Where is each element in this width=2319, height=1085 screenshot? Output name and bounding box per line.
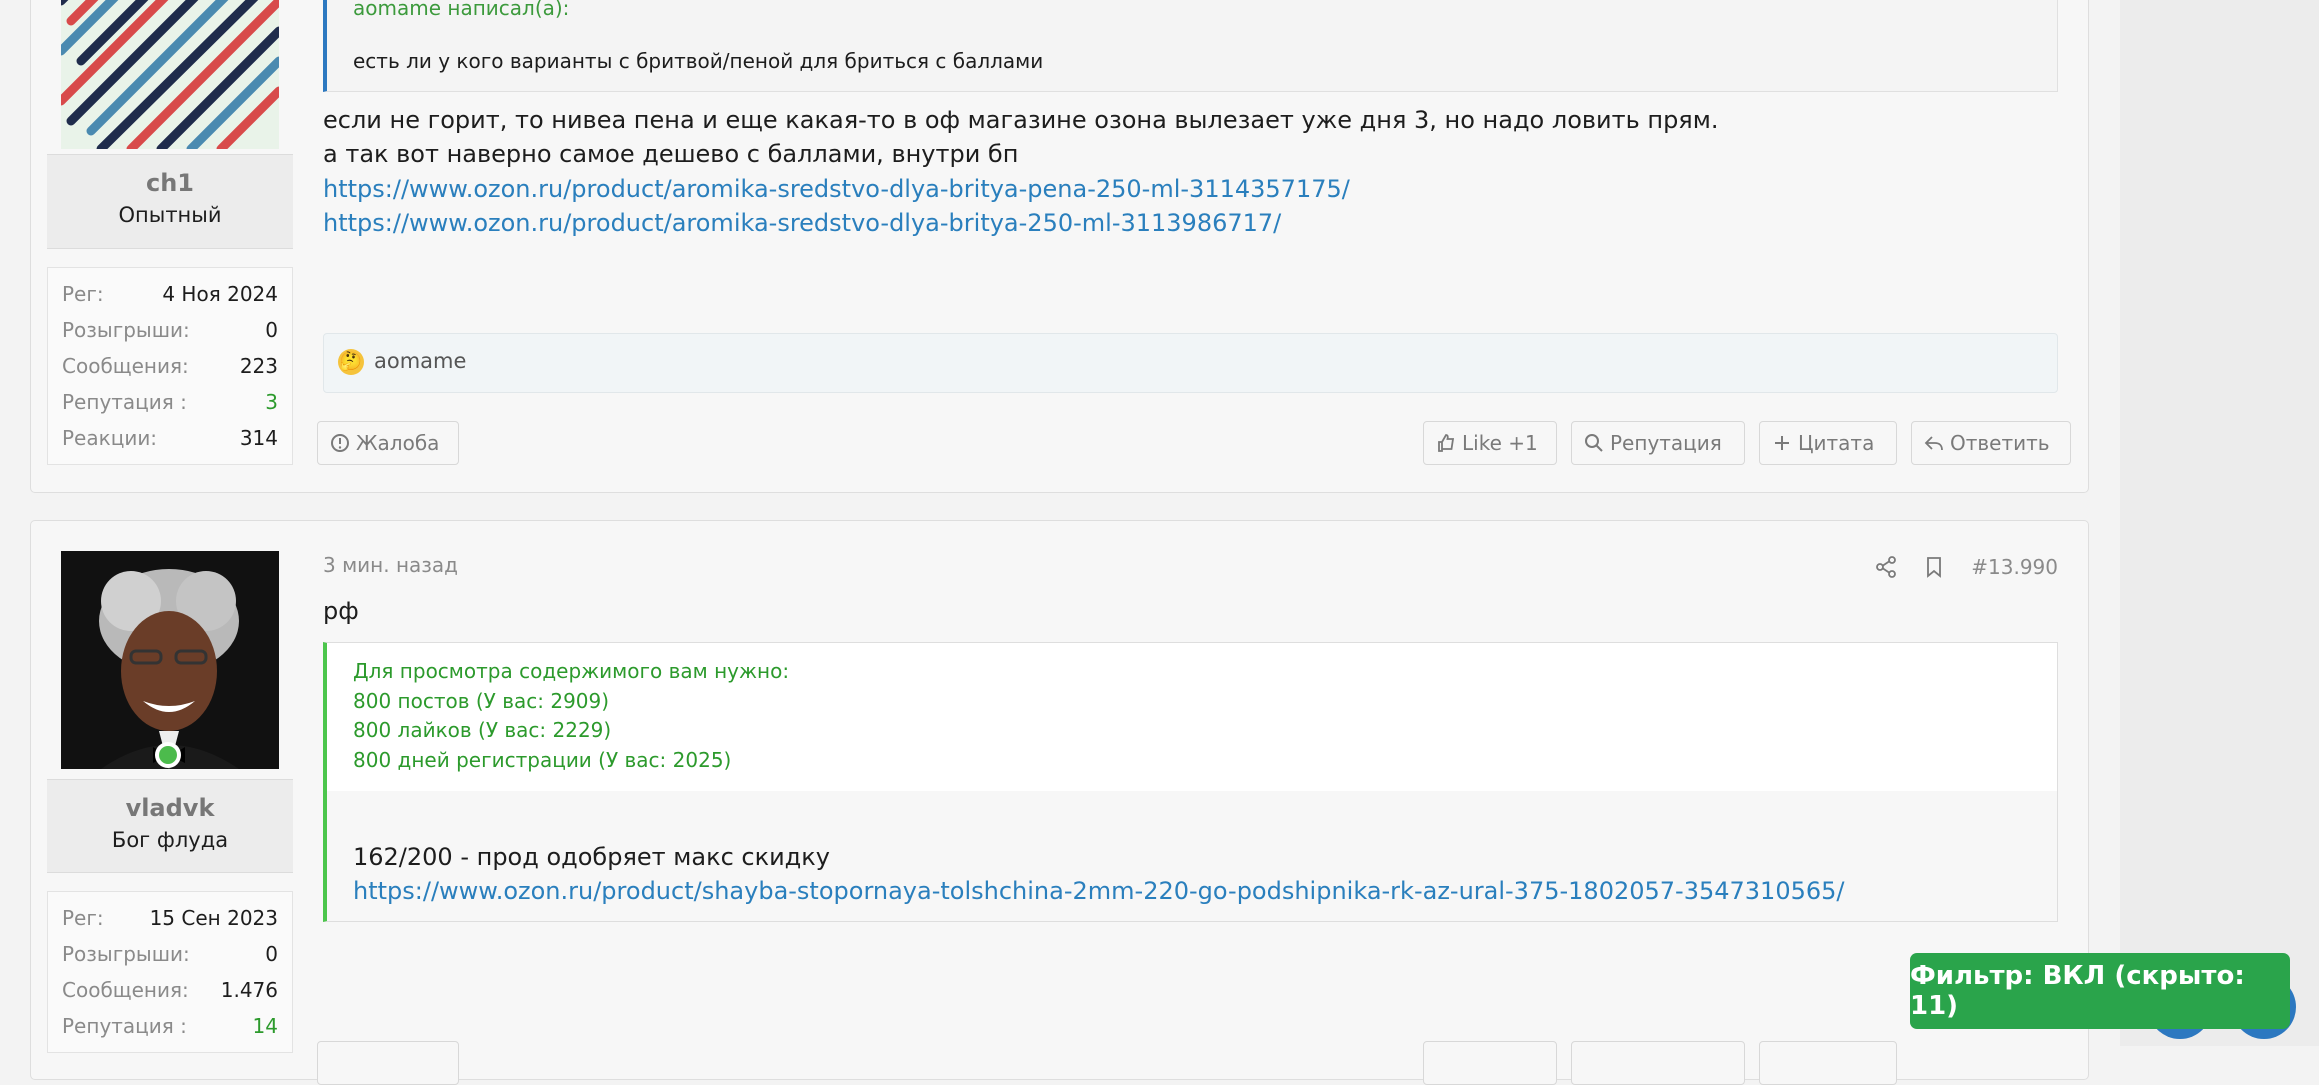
report-button[interactable]: Жалоба [317, 421, 459, 465]
quote-button[interactable] [1759, 1041, 1897, 1085]
user-name-box: vladvk Бог флуда [47, 779, 293, 873]
post-link[interactable]: https://www.ozon.ru/product/aromika-sred… [323, 209, 1281, 237]
quote-block: aomame написал(а): есть ли у кого вариан… [323, 0, 2058, 92]
stat-row: Рег: 4 Ноя 2024 [62, 282, 278, 306]
thumbs-up-icon [1438, 434, 1455, 452]
right-gutter [2120, 0, 2319, 1046]
user-stats: Рег: 4 Ноя 2024 Розыгрыши: 0 Сообщения: 223… [47, 267, 293, 465]
hidden-content-block: Для просмотра содержимого вам нужно: 800… [323, 642, 2058, 922]
online-indicator-icon [155, 742, 181, 768]
stat-row: Репутация :14 [62, 1014, 278, 1038]
post-content: aomame написал(а): есть ли у кого вариан… [317, 0, 2071, 494]
quote-author[interactable]: aomame написал(а): [353, 0, 569, 20]
post-text: а так вот наверно самое дешево с баллами… [323, 140, 1019, 168]
user-name-box: ch1 Опытный [47, 154, 293, 249]
stat-row: Розыгрыши: 0 [62, 318, 278, 342]
stat-row: Сообщения: 1.476 [62, 978, 278, 1002]
stat-row: Репутация :3 [62, 390, 278, 414]
stat-row: Сообщения: 223 [62, 354, 278, 378]
quote-button[interactable]: Цитата [1759, 421, 1897, 465]
reply-button[interactable]: Ответить [1911, 421, 2071, 465]
thinking-emoji-icon: 🤔 [338, 349, 364, 375]
post-time[interactable]: 3 мин. назад [323, 553, 458, 577]
post-vladvk: vladvk Бог флуда Рег: 15 Сен 2023 Розыгры… [30, 520, 2089, 1085]
hidden-requirements: Для просмотра содержимого вам нужно: 800… [327, 643, 2057, 791]
share-icon[interactable] [1875, 556, 1897, 578]
post-content: 3 мин. назад #13.990 рф Для просмотра со… [317, 521, 2058, 1085]
filter-toggle-button[interactable]: Фильтр: ВКЛ (скрыто: 11) [1910, 953, 2290, 1029]
alert-icon [331, 434, 349, 452]
search-icon [1585, 434, 1603, 452]
reply-icon [1924, 436, 1943, 451]
hidden-link[interactable]: https://www.ozon.ru/product/shayba-stopo… [353, 877, 1844, 905]
hidden-body: 162/200 - прод одобряет макс скидку http… [327, 791, 2057, 921]
reactions-bar[interactable]: 🤔 aomame [323, 333, 2058, 393]
stat-row: Рег: 15 Сен 2023 [62, 906, 278, 930]
like-button[interactable] [1423, 1041, 1557, 1085]
report-button[interactable] [317, 1041, 459, 1085]
post-text: рф [323, 597, 359, 625]
user-title: Бог флуда [111, 828, 229, 852]
post-text: если не горит, то нивеа пена и еще какая… [323, 106, 1719, 134]
post-ch1: ch1 Опытный Рег: 4 Ноя 2024 Розыгрыши: 0 С… [30, 0, 2089, 493]
user-stats: Рег: 15 Сен 2023 Розыгрыши: 0 Сообщения: 1.… [47, 891, 293, 1053]
stat-row: Розыгрыши: 0 [62, 942, 278, 966]
post-number[interactable]: #13.990 [1971, 555, 2058, 579]
post-meta: #13.990 [1875, 555, 2058, 579]
quote-text: есть ли у кого варианты с бритвой/пеной … [353, 49, 1044, 73]
user-title: Опытный [118, 203, 222, 227]
username[interactable]: vladvk [47, 794, 293, 822]
bookmark-icon[interactable] [1923, 556, 1945, 578]
username[interactable]: ch1 [47, 169, 293, 197]
stat-row: Реакции: 314 [62, 426, 278, 450]
hidden-text: 162/200 - прод одобряет макс скидку [353, 843, 830, 871]
like-button[interactable]: Like +1 [1423, 421, 1557, 465]
plus-icon [1775, 436, 1789, 450]
avatar[interactable] [61, 551, 279, 769]
reputation-button[interactable] [1571, 1041, 1745, 1085]
reaction-user[interactable]: aomame [374, 349, 466, 373]
post-link[interactable]: https://www.ozon.ru/product/aromika-sred… [323, 175, 1350, 203]
reputation-button[interactable]: Репутация [1571, 421, 1745, 465]
